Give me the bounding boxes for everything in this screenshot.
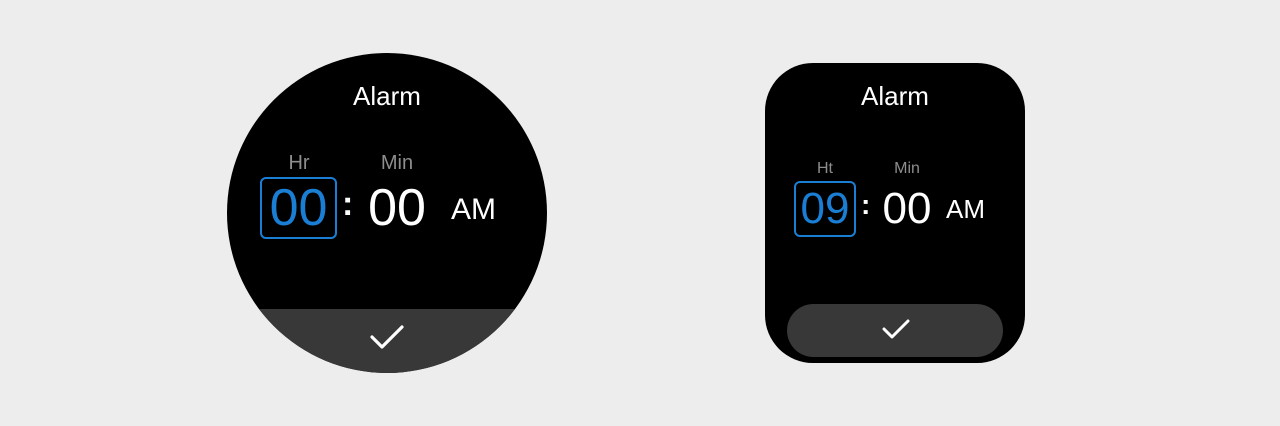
minute-picker[interactable]: 00 <box>881 183 933 235</box>
minute-picker[interactable]: 00 <box>367 179 427 237</box>
screenshot-stage: Alarm Hr Min 00 : 00 AM Alarm Ht Min 09 … <box>0 0 1280 426</box>
hour-picker[interactable]: 09 <box>794 181 856 237</box>
round-watch-screen: Alarm Hr Min 00 : 00 AM <box>227 53 547 373</box>
hour-label: Ht <box>817 160 833 177</box>
check-icon <box>882 319 910 339</box>
minute-label: Min <box>894 160 920 177</box>
hour-label: Hr <box>288 152 310 174</box>
confirm-button[interactable] <box>787 304 1003 357</box>
confirm-button[interactable] <box>227 309 547 373</box>
check-icon <box>370 325 404 349</box>
am-pm-toggle[interactable]: AM <box>451 193 496 227</box>
minute-label: Min <box>380 152 414 174</box>
time-separator: : <box>342 185 354 223</box>
hour-picker[interactable]: 00 <box>260 177 337 239</box>
am-pm-toggle[interactable]: AM <box>946 194 985 225</box>
alarm-title: Alarm <box>353 81 421 111</box>
time-separator: : <box>861 189 871 220</box>
square-watch-screen: Alarm Ht Min 09 : 00 AM <box>765 63 1025 363</box>
alarm-title: Alarm <box>861 81 929 111</box>
